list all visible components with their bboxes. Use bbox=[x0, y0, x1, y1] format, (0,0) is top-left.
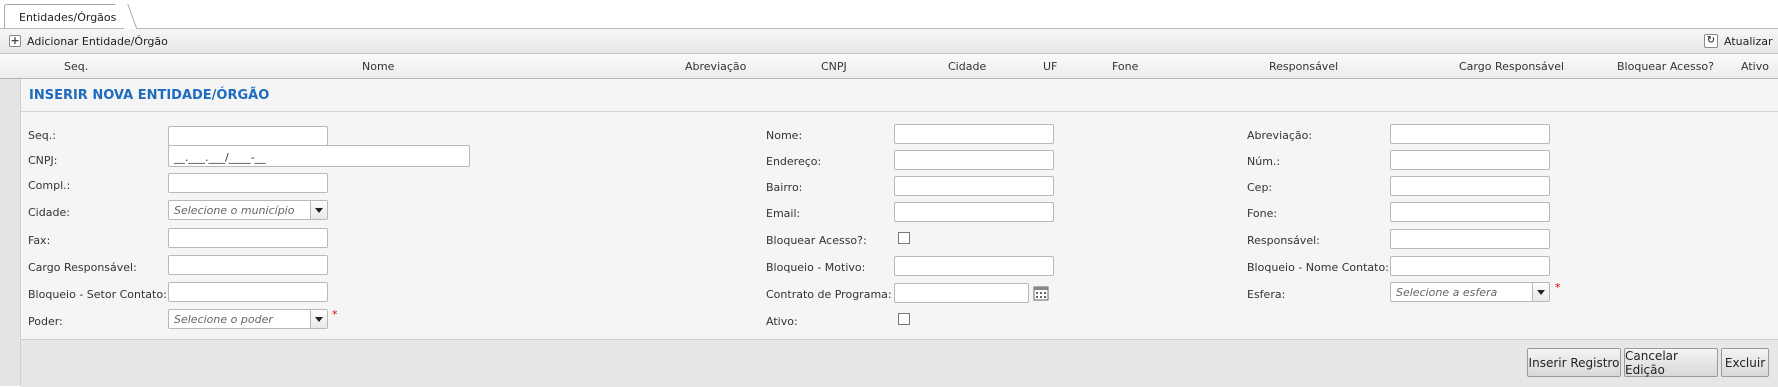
bloqueio-nome-contato-field[interactable] bbox=[1390, 256, 1550, 276]
responsavel-field[interactable] bbox=[1390, 229, 1550, 249]
column-header-cidade[interactable]: Cidade bbox=[948, 60, 986, 73]
required-marker: * bbox=[332, 308, 338, 321]
refresh-label: Atualizar bbox=[1724, 34, 1773, 48]
bloqueio-setor-label: Bloqueio - Setor Contato: bbox=[28, 288, 167, 301]
cancel-edit-button[interactable]: Cancelar Edição bbox=[1624, 348, 1718, 377]
bairro-field[interactable] bbox=[894, 176, 1054, 196]
num-label: Núm.: bbox=[1247, 155, 1281, 168]
column-header-abreviacao[interactable]: Abreviação bbox=[685, 60, 746, 73]
tab-bar: Entidades/Órgãos bbox=[0, 0, 1778, 29]
grid-header: Seq. Nome Abreviação CNPJ Cidade UF Fone… bbox=[0, 54, 1778, 79]
chevron-down-icon[interactable] bbox=[310, 201, 327, 219]
contrato-programa-label: Contrato de Programa: bbox=[766, 288, 892, 301]
nome-label: Nome: bbox=[766, 129, 803, 142]
row-gutter bbox=[0, 79, 21, 386]
cargo-responsavel-field[interactable] bbox=[168, 255, 328, 275]
form-title: INSERIR NOVA ENTIDADE/ÓRGÃO bbox=[29, 88, 270, 103]
cep-label: Cep: bbox=[1247, 181, 1273, 194]
bloquear-acesso-checkbox[interactable] bbox=[898, 232, 910, 244]
column-header-bloquear-acesso[interactable]: Bloquear Acesso? bbox=[1617, 60, 1714, 73]
fone-field[interactable] bbox=[1390, 202, 1550, 222]
email-field[interactable] bbox=[894, 202, 1054, 222]
poder-label: Poder: bbox=[28, 315, 63, 328]
seq-label: Seq.: bbox=[28, 129, 56, 142]
bloqueio-setor-field[interactable] bbox=[168, 282, 328, 302]
abreviacao-label: Abreviação: bbox=[1247, 129, 1313, 142]
cargo-responsavel-label: Cargo Responsável: bbox=[28, 261, 137, 274]
form-footer: Inserir Registro Cancelar Edição Excluir bbox=[21, 339, 1778, 387]
column-header-ativo[interactable]: Ativo bbox=[1741, 60, 1769, 73]
calendar-icon[interactable] bbox=[1033, 285, 1049, 301]
chevron-down-icon[interactable] bbox=[310, 310, 327, 328]
column-header-cnpj[interactable]: CNPJ bbox=[821, 60, 847, 73]
bloqueio-motivo-field[interactable] bbox=[894, 256, 1054, 276]
plus-icon: + bbox=[9, 34, 21, 47]
num-field[interactable] bbox=[1390, 150, 1550, 170]
esfera-label: Esfera: bbox=[1247, 288, 1286, 301]
cidade-placeholder: Selecione o município bbox=[174, 204, 295, 217]
chevron-down-icon[interactable] bbox=[1532, 283, 1549, 301]
insert-record-button[interactable]: Inserir Registro bbox=[1527, 348, 1621, 377]
refresh-icon: ↻ bbox=[1704, 34, 1718, 48]
esfera-select[interactable]: Selecione a esfera bbox=[1390, 282, 1550, 302]
esfera-placeholder: Selecione a esfera bbox=[1396, 286, 1498, 299]
column-header-cargo-responsavel[interactable]: Cargo Responsável bbox=[1459, 60, 1564, 73]
endereco-label: Endereço: bbox=[766, 155, 822, 168]
bairro-label: Bairro: bbox=[766, 181, 803, 194]
tab-label: Entidades/Órgãos bbox=[19, 11, 117, 24]
bloqueio-nome-contato-label: Bloqueio - Nome Contato: bbox=[1247, 261, 1389, 274]
add-entity-button[interactable]: + Adicionar Entidade/Órgão bbox=[9, 33, 168, 49]
fax-label: Fax: bbox=[28, 234, 51, 247]
column-header-responsavel[interactable]: Responsável bbox=[1269, 60, 1338, 73]
refresh-button[interactable]: ↻ Atualizar bbox=[1704, 33, 1773, 49]
column-header-seq[interactable]: Seq. bbox=[64, 60, 88, 73]
cnpj-label: CNPJ: bbox=[28, 154, 58, 167]
poder-select[interactable]: Selecione o poder bbox=[168, 309, 328, 329]
responsavel-label: Responsável: bbox=[1247, 234, 1320, 247]
bloqueio-motivo-label: Bloqueio - Motivo: bbox=[766, 261, 866, 274]
ativo-label: Ativo: bbox=[766, 315, 798, 328]
fone-label: Fone: bbox=[1247, 207, 1278, 220]
tab-entidades-orgaos[interactable]: Entidades/Órgãos bbox=[4, 4, 126, 28]
delete-button[interactable]: Excluir bbox=[1721, 348, 1769, 377]
required-marker: * bbox=[1555, 281, 1561, 294]
email-label: Email: bbox=[766, 207, 801, 220]
cidade-label: Cidade: bbox=[28, 206, 70, 219]
poder-placeholder: Selecione o poder bbox=[174, 313, 273, 326]
column-header-nome[interactable]: Nome bbox=[362, 60, 394, 73]
nome-field[interactable] bbox=[894, 124, 1054, 144]
cep-field[interactable] bbox=[1390, 176, 1550, 196]
compl-label: Compl.: bbox=[28, 179, 71, 192]
column-header-uf[interactable]: UF bbox=[1043, 60, 1057, 73]
column-header-fone[interactable]: Fone bbox=[1112, 60, 1138, 73]
title-divider bbox=[21, 111, 1778, 112]
endereco-field[interactable] bbox=[894, 150, 1054, 170]
ativo-checkbox[interactable] bbox=[898, 313, 910, 325]
contrato-programa-field[interactable] bbox=[894, 283, 1029, 303]
edit-form-panel: INSERIR NOVA ENTIDADE/ÓRGÃO Seq.: CNPJ: … bbox=[21, 79, 1778, 387]
add-entity-label: Adicionar Entidade/Órgão bbox=[27, 34, 168, 48]
fax-field[interactable] bbox=[168, 228, 328, 248]
compl-field[interactable] bbox=[168, 173, 328, 193]
abreviacao-field[interactable] bbox=[1390, 124, 1550, 144]
toolbar: + Adicionar Entidade/Órgão ↻ Atualizar bbox=[0, 29, 1778, 54]
cnpj-field[interactable]: __.___.___/____-__ bbox=[168, 145, 470, 167]
bloquear-acesso-label: Bloquear Acesso?: bbox=[766, 234, 867, 247]
cidade-select[interactable]: Selecione o município bbox=[168, 200, 328, 220]
seq-field[interactable] bbox=[168, 126, 328, 146]
